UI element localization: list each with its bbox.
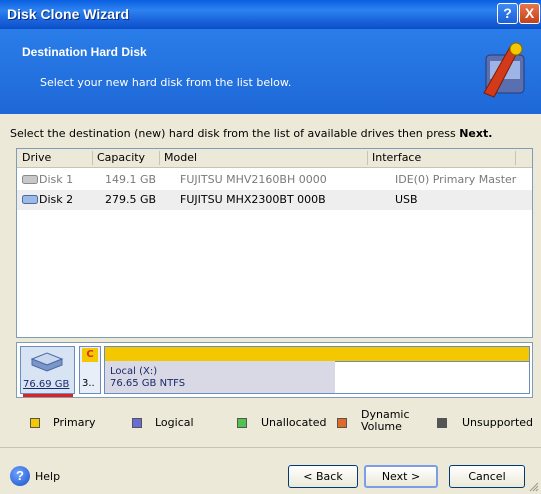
next-button[interactable]: Next > (364, 465, 438, 488)
cell-drive: Disk 1 (39, 173, 74, 186)
partition-c-letter: C (82, 348, 98, 362)
partition-c[interactable]: C 3.. (79, 346, 101, 394)
partition-name: Local (X:) (110, 366, 158, 377)
col-interface[interactable]: Interface (372, 151, 421, 164)
title-help-button[interactable]: ? (497, 3, 518, 24)
disk-size: 76.69 GB (23, 379, 70, 390)
partition-type-bar (105, 347, 529, 362)
table-row[interactable]: Disk 1 149.1 GB FUJITSU MHV2160BH 0000 I… (17, 170, 532, 190)
legend-swatch-unallocated (237, 418, 247, 428)
selection-underline (23, 394, 73, 397)
wizard-header: Destination Hard Disk Select your new ha… (0, 29, 541, 114)
col-drive[interactable]: Drive (22, 151, 51, 164)
cell-capacity: 149.1 GB (105, 173, 157, 186)
cell-model: FUJITSU MHX2300BT 000B (180, 193, 326, 206)
partition-x[interactable]: Local (X:) 76.65 GB NTFS (104, 346, 530, 394)
col-capacity[interactable]: Capacity (97, 151, 145, 164)
header-title: Destination Hard Disk (22, 45, 147, 59)
legend-primary: Primary (53, 416, 96, 429)
hard-disk-icon (22, 175, 38, 184)
list-header: Drive Capacity Model Interface (17, 149, 532, 168)
hard-disk-icon (22, 195, 38, 204)
close-button[interactable]: X (519, 3, 540, 24)
cell-interface: USB (395, 193, 418, 206)
legend-swatch-primary (30, 418, 40, 428)
col-divider[interactable] (367, 151, 368, 165)
cell-capacity: 279.5 GB (105, 193, 157, 206)
legend-unallocated: Unallocated (261, 416, 327, 429)
title-bar: Disk Clone Wizard ? X (0, 0, 541, 29)
disk-map: 76.69 GB C 3.. Local (X:) 76.65 GB NTFS (16, 342, 533, 398)
disk-block[interactable]: 76.69 GB (20, 346, 75, 397)
legend-logical: Logical (155, 416, 194, 429)
legend-swatch-logical (132, 418, 142, 428)
legend-swatch-unsupported (437, 418, 447, 428)
partition-details: 76.65 GB NTFS (110, 378, 186, 389)
help-icon[interactable]: ? (10, 466, 30, 486)
col-divider[interactable] (515, 151, 516, 165)
back-button[interactable]: < Back (288, 465, 358, 488)
table-row[interactable]: Disk 2 279.5 GB FUJITSU MHX2300BT 000B U… (17, 190, 532, 210)
legend-swatch-dynamic (337, 418, 347, 428)
col-divider[interactable] (92, 151, 93, 165)
cell-interface: IDE(0) Primary Master (395, 173, 517, 186)
cancel-button[interactable]: Cancel (449, 465, 525, 488)
legend-unsupported: Unsupported (462, 416, 534, 429)
window-title: Disk Clone Wizard (7, 6, 130, 22)
cell-drive: Disk 2 (39, 193, 74, 206)
col-divider[interactable] (159, 151, 160, 165)
cell-model: FUJITSU MHV2160BH 0000 (180, 173, 327, 186)
help-link[interactable]: Help (35, 470, 60, 483)
drive-list[interactable]: Drive Capacity Model Interface Disk 1 14… (16, 148, 533, 338)
hard-disk-icon (30, 352, 64, 372)
footer-divider (0, 447, 541, 448)
resize-grip-icon[interactable] (529, 482, 539, 492)
header-subtitle: Select your new hard disk from the list … (40, 76, 292, 89)
disk-clone-logo-icon (483, 42, 525, 98)
col-model[interactable]: Model (164, 151, 197, 164)
legend-dynamic: Dynamic Volume (361, 408, 410, 433)
partition-c-label: 3.. (82, 378, 95, 389)
instruction-text: Select the destination (new) hard disk f… (10, 127, 493, 140)
